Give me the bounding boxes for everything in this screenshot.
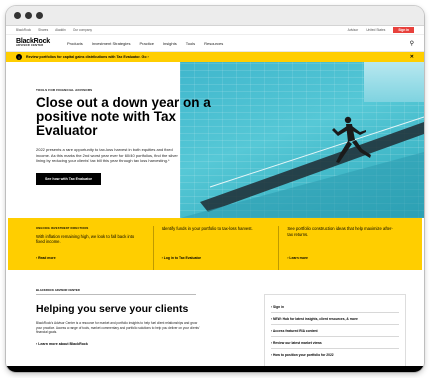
utility-link-aladdin[interactable]: Aladdin (55, 28, 66, 32)
utility-link-our-company[interactable]: Our company (73, 28, 92, 32)
hero-text: TOOLS FOR FINANCIAL ADVISORS Close out a… (36, 88, 216, 185)
quick-link-new-hub[interactable]: › NEW: Hub for latest insights, client r… (271, 313, 399, 325)
hero-section: TOOLS FOR FINANCIAL ADVISORS Close out a… (6, 62, 424, 218)
hero-runner-illustration (180, 116, 424, 218)
utility-link-shares[interactable]: Shares (38, 28, 48, 32)
footer-bar (6, 366, 424, 372)
learn-more-link[interactable]: › Learn more (287, 256, 308, 262)
section-title: Helping you serve your clients (36, 303, 189, 315)
promo-text: Identify funds in your portfolio to tax-… (161, 226, 253, 231)
quick-links-card: › Sign in › NEW: Hub for latest insights… (264, 294, 406, 368)
info-icon: ! (16, 54, 22, 60)
quick-link-signin[interactable]: › Sign in (271, 301, 399, 313)
role-selector[interactable]: Advisor (348, 28, 359, 32)
promo-band: ONGOING INVESTMENT DIRECTIONS With infla… (8, 218, 422, 270)
learn-more-blackrock-link[interactable]: › Learn more about BlackRock (36, 342, 216, 346)
browser-window: BlackRock Shares Aladdin Our company Adv… (6, 6, 424, 372)
hero-title: Close out a down year on a positive note… (36, 95, 211, 138)
advisor-center-intro: BLACKROCK ADVISOR CENTER Helping you ser… (36, 288, 216, 346)
quick-link-ria-content[interactable]: › Access featured RIA content (271, 325, 399, 337)
close-icon[interactable]: ✕ (410, 54, 414, 60)
nav-item-resources[interactable]: Resources (204, 41, 223, 46)
quick-link-market-views[interactable]: › Review our latest market views (271, 337, 399, 349)
country-selector[interactable]: United States (366, 28, 385, 32)
alert-text[interactable]: Review portfolios for capital gains dist… (26, 55, 149, 59)
window-titlebar (6, 6, 424, 26)
read-more-link[interactable]: › Read more (36, 256, 56, 262)
close-window-icon[interactable] (14, 12, 21, 19)
search-icon[interactable]: ⚲ (410, 40, 414, 47)
tax-evaluator-button[interactable]: See how with Tax Evaluator (36, 172, 102, 185)
promo-text: See portfolio construction ideas that he… (287, 226, 393, 237)
promo-card-tax-loss: Identify funds in your portfolio to tax-… (152, 226, 269, 270)
login-tax-evaluator-link[interactable]: › Log in to Tax Evaluator (162, 256, 201, 262)
nav-item-tools[interactable]: Tools (186, 41, 195, 46)
signin-button[interactable]: Sign in (393, 27, 414, 33)
main-nav: BlackRock ADVISOR CENTER Products Invest… (6, 35, 424, 52)
promo-card-fixed-income: ONGOING INVESTMENT DIRECTIONS With infla… (36, 226, 143, 270)
hero-body: 2022 presents a rare opportunity to tax-… (36, 147, 178, 164)
utility-bar: BlackRock Shares Aladdin Our company Adv… (6, 26, 424, 35)
hero-eyebrow: TOOLS FOR FINANCIAL ADVISORS (36, 88, 93, 92)
alert-banner: ! Review portfolios for capital gains di… (6, 52, 424, 62)
hero-image (180, 62, 424, 218)
promo-text: With inflation remaining high, we look t… (36, 233, 135, 245)
maximize-window-icon[interactable] (36, 12, 43, 19)
nav-item-insights[interactable]: Insights (163, 41, 177, 46)
utility-link-blackrock[interactable]: BlackRock (16, 28, 31, 32)
minimize-window-icon[interactable] (25, 12, 32, 19)
nav-item-practice[interactable]: Practice (139, 41, 153, 46)
page-content: BlackRock Shares Aladdin Our company Adv… (6, 26, 424, 372)
promo-card-portfolio: See portfolio construction ideas that he… (278, 226, 394, 270)
advisor-center-section: BLACKROCK ADVISOR CENTER Helping you ser… (6, 270, 424, 372)
logo-subtitle: ADVISOR CENTER (16, 44, 44, 48)
quick-link-position-portfolio[interactable]: › How to position your portfolio for 202… (271, 349, 399, 360)
blackrock-logo[interactable]: BlackRock ADVISOR CENTER (16, 38, 50, 48)
nav-item-products[interactable]: Products (67, 41, 83, 46)
section-eyebrow: BLACKROCK ADVISOR CENTER (36, 288, 196, 295)
promo-eyebrow: ONGOING INVESTMENT DIRECTIONS (36, 227, 89, 230)
nav-item-investment-strategies[interactable]: Investment Strategies (92, 41, 131, 46)
utility-right: Advisor United States Sign in (348, 27, 414, 33)
section-body: BlackRock's Advisor Center is a resource… (36, 321, 200, 335)
